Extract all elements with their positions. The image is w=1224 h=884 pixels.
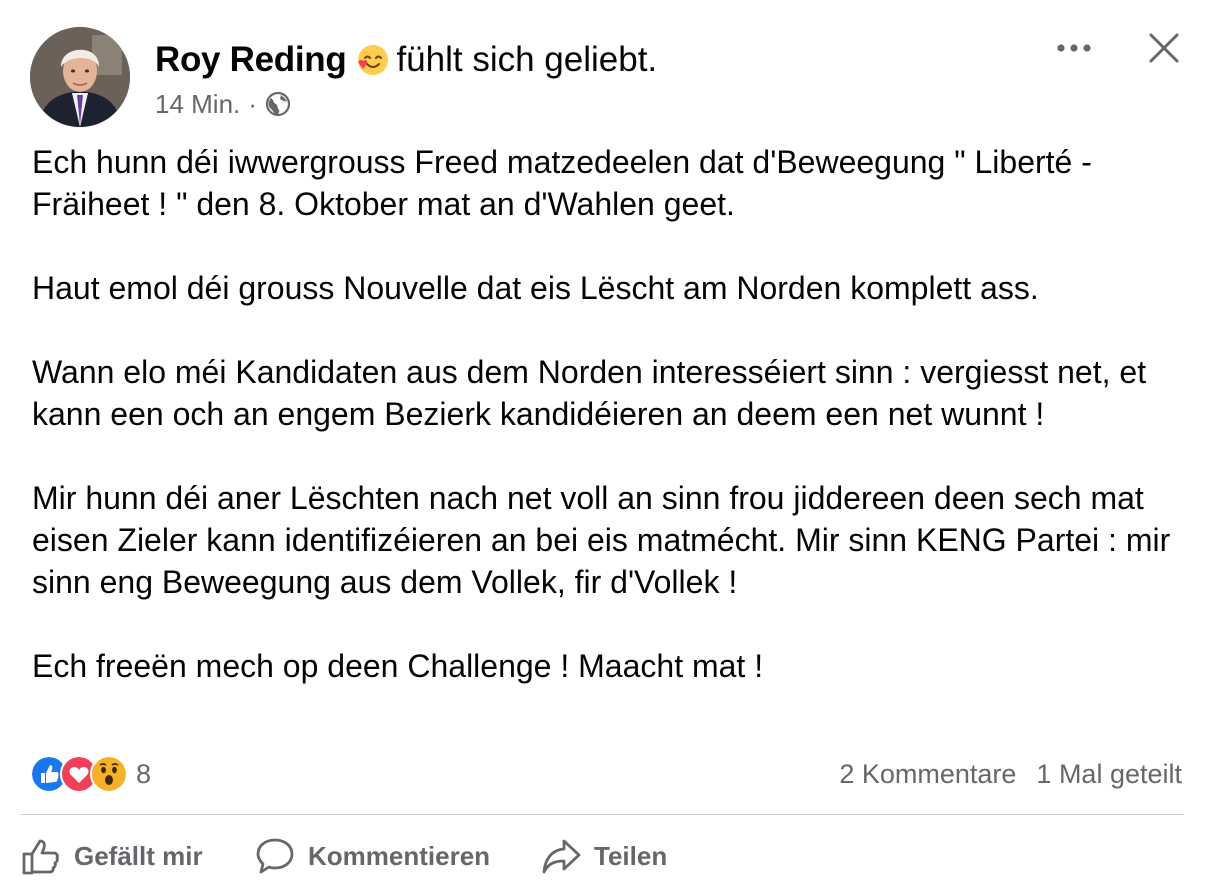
- post-paragraph: Ech hunn déi iwwergrouss Freed matzedeel…: [32, 144, 1092, 222]
- reactions-summary[interactable]: 8: [30, 755, 152, 793]
- comment-button[interactable]: Kommentieren: [254, 832, 490, 880]
- wow-reaction-icon: [90, 755, 128, 793]
- post-actions-bar: Gefällt mir Kommentieren Teilen: [0, 828, 1224, 884]
- avatar[interactable]: [30, 27, 130, 127]
- post-header: Roy Reding fühlt sich geliebt.: [155, 38, 657, 82]
- comment-button-label: Kommentieren: [308, 840, 491, 871]
- post-paragraph: Ech freeën mech op deen Challenge ! Maac…: [32, 648, 764, 684]
- post-text: Ech hunn déi iwwergrouss Freed matzedeel…: [32, 141, 1192, 687]
- thumbs-up-icon: [22, 839, 59, 875]
- post-stats: 2 Kommentare 1 Mal geteilt: [839, 756, 1182, 792]
- post-paragraph: Wann elo méi Kandidaten aus dem Norden i…: [32, 354, 1147, 432]
- close-button[interactable]: [1144, 28, 1184, 68]
- globe-icon[interactable]: [265, 91, 291, 117]
- post-time[interactable]: 14 Min.: [155, 88, 240, 120]
- close-icon: [1149, 33, 1179, 63]
- reaction-count: 8: [136, 758, 152, 789]
- speech-bubble-icon: [256, 838, 294, 874]
- post-meta: 14 Min. ·: [155, 88, 291, 120]
- post-paragraph: Mir hunn déi aner Lëschten nach net voll…: [32, 480, 1171, 600]
- divider: [20, 814, 1184, 815]
- feeling-text: fühlt sich geliebt.: [396, 40, 658, 79]
- author-name[interactable]: Roy Reding: [155, 38, 347, 82]
- like-button[interactable]: Gefällt mir: [20, 832, 203, 880]
- more-dots-icon: [1057, 44, 1091, 52]
- share-button[interactable]: Teilen: [540, 832, 667, 880]
- meta-separator: ·: [248, 89, 257, 119]
- post-paragraph: Haut emol déi grouss Nouvelle dat eis Lë…: [32, 270, 1039, 306]
- more-options-button[interactable]: [1052, 30, 1096, 66]
- like-button-label: Gefällt mir: [74, 840, 203, 871]
- smiling-face-with-hearts-emoji-icon: [356, 43, 390, 77]
- shares-count[interactable]: 1 Mal geteilt: [1036, 759, 1182, 790]
- share-button-label: Teilen: [594, 840, 668, 871]
- comments-count[interactable]: 2 Kommentare: [839, 759, 1016, 790]
- share-arrow-icon: [542, 839, 581, 874]
